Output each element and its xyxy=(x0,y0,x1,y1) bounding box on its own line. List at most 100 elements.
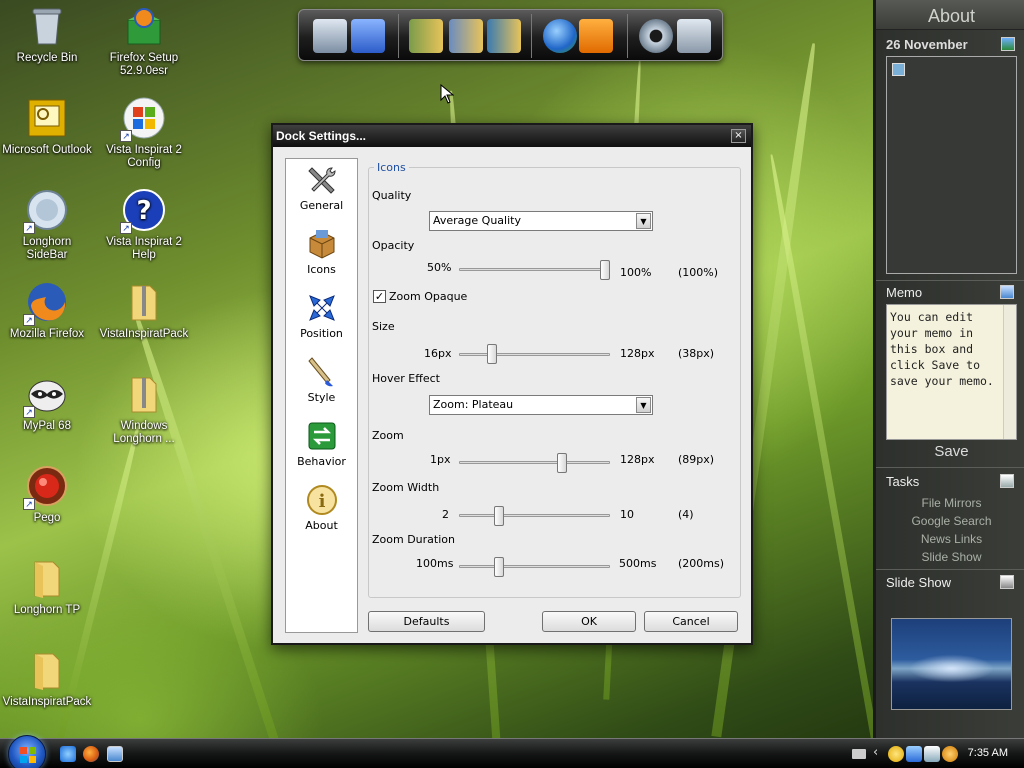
nav-item-general[interactable]: General xyxy=(286,164,357,212)
hover-effect-select[interactable]: Zoom: Plateau ▼ xyxy=(429,395,653,415)
zoom-duration-max-label: 500ms xyxy=(619,557,657,570)
desktop-icon-recycle-bin[interactable]: Recycle Bin xyxy=(1,4,93,65)
memo-scrollbar[interactable] xyxy=(1003,305,1016,439)
size-slider-thumb[interactable] xyxy=(486,344,497,364)
desktop-icon-vista-inspirat-help[interactable]: ? ↗ Vista Inspirat 2 Help xyxy=(98,188,190,262)
desktop-icon-longhorn-sidebar[interactable]: ↗ Longhorn SideBar xyxy=(1,188,93,262)
nav-label: Behavior xyxy=(297,455,346,468)
opacity-label: Opacity xyxy=(372,239,415,252)
tray-search-icon[interactable] xyxy=(942,746,958,762)
size-track[interactable] xyxy=(459,353,610,356)
quality-select[interactable]: Average Quality ▼ xyxy=(429,211,653,231)
cancel-button[interactable]: Cancel xyxy=(644,611,738,632)
desktop-icon-label: Longhorn SideBar xyxy=(22,236,72,261)
tray-network-icon[interactable] xyxy=(906,746,922,762)
desktop-icon-windows-longhorn[interactable]: Windows Longhorn ... xyxy=(98,372,190,446)
defaults-button[interactable]: Defaults xyxy=(368,611,485,632)
opacity-slider-thumb[interactable] xyxy=(600,260,610,280)
nav-item-style[interactable]: Style xyxy=(286,356,357,404)
ok-button[interactable]: OK xyxy=(542,611,636,632)
hover-effect-label: Hover Effect xyxy=(372,372,440,385)
zoom-width-slider-thumb[interactable] xyxy=(494,506,505,526)
tasks-title: Tasks xyxy=(886,474,920,489)
size-max-label: 128px xyxy=(620,347,655,360)
tools-icon xyxy=(306,164,338,196)
sidebar-header[interactable]: About xyxy=(876,0,1024,30)
desktop-icon-label: Microsoft Outlook xyxy=(2,144,92,156)
dock-recycle-bin-icon[interactable] xyxy=(677,19,711,53)
sidebar-divider xyxy=(876,280,1024,281)
dock-settings-gear-icon[interactable] xyxy=(639,19,673,53)
quality-select-value: Average Quality xyxy=(433,214,521,227)
tray-monitor-icon[interactable] xyxy=(924,746,940,762)
memo-save-button[interactable]: Save xyxy=(876,443,1024,460)
zoom-opaque-checkbox[interactable]: ✓ xyxy=(373,290,386,303)
dock-music-folder-icon[interactable] xyxy=(487,19,521,53)
slideshow-icon xyxy=(1000,575,1014,589)
desktop-icon-longhorn-tp[interactable]: Longhorn TP xyxy=(1,556,93,617)
nav-item-position[interactable]: Position xyxy=(286,292,357,340)
shortcut-arrow-icon: ↗ xyxy=(120,130,132,142)
zoom-track[interactable] xyxy=(459,461,610,464)
memo-text: You can edit your memo in this box and c… xyxy=(890,310,994,388)
zoom-width-current-value: (4) xyxy=(678,508,694,521)
desktop-icon-pego[interactable]: ↗ Pego xyxy=(1,464,93,525)
windows-logo-icon xyxy=(20,747,36,763)
start-button[interactable] xyxy=(8,735,46,768)
svg-text:i: i xyxy=(318,491,325,512)
tray-expand-chevron-icon[interactable]: ‹ xyxy=(873,745,878,760)
memo-textarea[interactable]: You can edit your memo in this box and c… xyxy=(886,304,1017,440)
desktop-icon-firefox-setup[interactable]: Firefox Setup 52.9.0esr xyxy=(98,4,190,78)
dock-media-player-icon[interactable] xyxy=(579,19,613,53)
task-link-news-links[interactable]: News Links xyxy=(876,532,1024,546)
zoom-width-track[interactable] xyxy=(459,514,610,517)
dock-computer-icon[interactable] xyxy=(313,19,347,53)
desktop-icon-label: Vista Inspirat 2 Config xyxy=(106,144,182,169)
windows-logo-icon: ↗ xyxy=(120,96,166,142)
zoom-duration-slider-thumb[interactable] xyxy=(494,557,505,577)
desktop-icon-vistainspiratpack[interactable]: VistaInspiratPack xyxy=(98,280,190,341)
dock-internet-globe-icon[interactable] xyxy=(543,19,577,53)
tray-smiley-icon[interactable] xyxy=(888,746,904,762)
settings-nav: General Icons Position Style Behavior i … xyxy=(285,158,358,633)
chevron-down-icon[interactable]: ▼ xyxy=(636,213,651,229)
opacity-track[interactable] xyxy=(459,268,610,271)
dock-desktop-icon[interactable] xyxy=(351,19,385,53)
zoom-current-value: (89px) xyxy=(678,453,715,466)
quicklaunch-ie-icon[interactable] xyxy=(60,746,76,762)
task-link-google-search[interactable]: Google Search xyxy=(876,514,1024,528)
dock-settings-dialog: Dock Settings... × General Icons Positio… xyxy=(271,123,753,645)
shortcut-arrow-icon: ↗ xyxy=(23,498,35,510)
dock-bar xyxy=(298,9,723,61)
task-link-file-mirrors[interactable]: File Mirrors xyxy=(876,496,1024,510)
nav-item-about[interactable]: i About xyxy=(286,484,357,532)
zoom-label: Zoom xyxy=(372,429,404,442)
nav-label: About xyxy=(305,519,338,532)
taskbar-clock[interactable]: 7:35 AM xyxy=(968,747,1008,759)
desktop-icon-label: Mozilla Firefox xyxy=(9,328,85,340)
dock-documents-folder-icon[interactable] xyxy=(409,19,443,53)
chevron-down-icon[interactable]: ▼ xyxy=(636,397,651,413)
desktop-icon-mypal[interactable]: ↗ MyPal 68 xyxy=(1,372,93,433)
desktop-icon-outlook[interactable]: Microsoft Outlook xyxy=(1,96,93,157)
zoom-width-max-label: 10 xyxy=(620,508,634,521)
zoom-duration-current-value: (200ms) xyxy=(678,557,725,570)
desktop-icon-vista-inspirat-config[interactable]: ↗ Vista Inspirat 2 Config xyxy=(98,96,190,170)
nav-item-icons[interactable]: Icons xyxy=(286,228,357,276)
slideshow-title: Slide Show xyxy=(886,575,952,590)
dialog-close-button[interactable]: × xyxy=(731,129,746,143)
task-link-slide-show[interactable]: Slide Show xyxy=(876,550,1024,564)
quicklaunch-show-desktop-icon[interactable] xyxy=(107,746,123,762)
quicklaunch-firefox-icon[interactable] xyxy=(83,746,99,762)
dock-pictures-folder-icon[interactable] xyxy=(449,19,483,53)
zoom-slider-thumb[interactable] xyxy=(556,453,567,473)
slideshow-image[interactable] xyxy=(891,618,1012,710)
desktop-icon-mozilla-firefox[interactable]: ↗ Mozilla Firefox xyxy=(1,280,93,341)
nav-label: Position xyxy=(300,327,343,340)
desktop-icon-vistainspiratpack-2[interactable]: VistaInspiratPack xyxy=(1,648,93,709)
tray-keyboard-icon[interactable] xyxy=(852,749,866,759)
zoom-opaque-label: Zoom Opaque xyxy=(389,290,468,303)
nav-item-behavior[interactable]: Behavior xyxy=(286,420,357,468)
help-question-icon: ? ↗ xyxy=(120,188,166,234)
zoom-duration-track[interactable] xyxy=(459,565,610,568)
